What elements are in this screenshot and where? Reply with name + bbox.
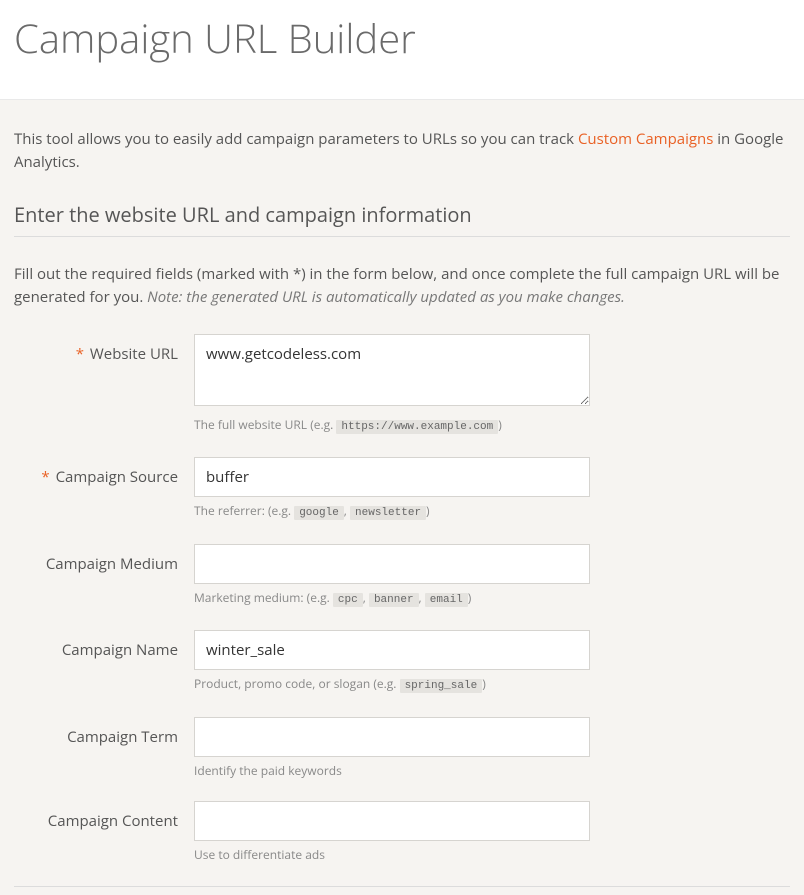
website-url-hint: The full website URL (e.g. https://www.e… — [194, 417, 590, 435]
intro-text: This tool allows you to easily add campa… — [14, 128, 790, 173]
required-marker: * — [41, 467, 49, 487]
campaign-term-hint: Identify the paid keywords — [194, 763, 590, 780]
campaign-source-input[interactable] — [194, 457, 590, 497]
section-desc-note: Note: the generated URL is automatically… — [147, 287, 625, 307]
input-col: Product, promo code, or slogan (e.g. spr… — [194, 630, 590, 694]
campaign-content-input[interactable] — [194, 801, 590, 841]
label-col: * Campaign Source — [14, 457, 194, 521]
divider-bottom — [14, 886, 790, 887]
campaign-source-label: Campaign Source — [56, 467, 178, 487]
campaign-content-label: Campaign Content — [48, 811, 178, 831]
page-header: Campaign URL Builder — [0, 0, 804, 100]
input-col: The referrer: (e.g. google, newsletter) — [194, 457, 590, 521]
label-col: * Website URL — [14, 334, 194, 435]
campaign-source-hint: The referrer: (e.g. google, newsletter) — [194, 503, 590, 521]
input-col: Use to differentiate ads — [194, 801, 590, 864]
label-col: Campaign Name — [14, 630, 194, 694]
required-marker: * — [76, 344, 84, 364]
intro-prefix: This tool allows you to easily add campa… — [14, 129, 578, 149]
label-col: Campaign Term — [14, 717, 194, 780]
field-row-campaign-term: Campaign Term Identify the paid keywords — [14, 717, 790, 780]
field-row-campaign-medium: Campaign Medium Marketing medium: (e.g. … — [14, 544, 790, 608]
input-col: Marketing medium: (e.g. cpc, banner, ema… — [194, 544, 590, 608]
field-row-campaign-name: Campaign Name Product, promo code, or sl… — [14, 630, 790, 694]
campaign-medium-input[interactable] — [194, 544, 590, 584]
page-title: Campaign URL Builder — [14, 10, 790, 65]
main-content: This tool allows you to easily add campa… — [0, 100, 804, 895]
input-col: Identify the paid keywords — [194, 717, 590, 780]
campaign-term-input[interactable] — [194, 717, 590, 757]
divider — [14, 236, 790, 237]
campaign-medium-hint: Marketing medium: (e.g. cpc, banner, ema… — [194, 590, 590, 608]
website-url-input[interactable]: www.getcodeless.com — [194, 334, 590, 406]
campaign-medium-label: Campaign Medium — [46, 554, 178, 574]
campaign-name-label: Campaign Name — [62, 640, 178, 660]
input-col: www.getcodeless.com The full website URL… — [194, 334, 590, 435]
campaign-name-input[interactable] — [194, 630, 590, 670]
campaign-content-hint: Use to differentiate ads — [194, 847, 590, 864]
field-row-website-url: * Website URL www.getcodeless.com The fu… — [14, 334, 790, 435]
campaign-term-label: Campaign Term — [67, 727, 178, 747]
section-title: Enter the website URL and campaign infor… — [14, 201, 790, 228]
custom-campaigns-link[interactable]: Custom Campaigns — [578, 129, 713, 149]
website-url-label: Website URL — [90, 344, 178, 364]
campaign-name-hint: Product, promo code, or slogan (e.g. spr… — [194, 676, 590, 694]
label-col: Campaign Content — [14, 801, 194, 864]
label-col: Campaign Medium — [14, 544, 194, 608]
section-description: Fill out the required fields (marked wit… — [14, 263, 790, 308]
field-row-campaign-source: * Campaign Source The referrer: (e.g. go… — [14, 457, 790, 521]
field-row-campaign-content: Campaign Content Use to differentiate ad… — [14, 801, 790, 864]
